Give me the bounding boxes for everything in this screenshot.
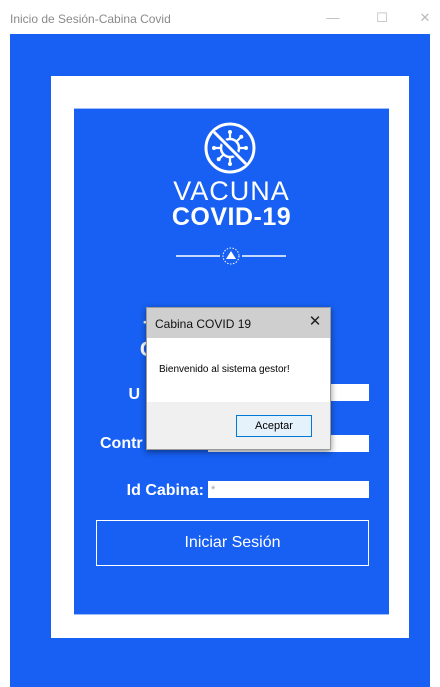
password-label: Contr — [100, 435, 143, 452]
cabin-id-input[interactable] — [208, 481, 369, 498]
window-title: Inicio de Sesión-Cabina Covid — [10, 12, 171, 26]
user-label: U — [128, 386, 140, 403]
dialog-message: Bienvenido al sistema gestor! — [159, 364, 290, 375]
login-button[interactable]: Iniciar Sesión — [96, 520, 369, 566]
message-dialog: Cabina COVID 19 ✕ Bienvenido al sistema … — [146, 307, 331, 450]
virus-crossed-icon — [204, 122, 256, 174]
national-emblem-icon — [176, 247, 286, 265]
cabin-id-label: Id Cabina: — [126, 482, 204, 499]
dialog-body: Bienvenido al sistema gestor! — [147, 338, 330, 402]
dialog-title: Cabina COVID 19 — [155, 317, 252, 331]
dialog-ok-button[interactable]: Aceptar — [236, 415, 312, 437]
maximize-icon[interactable]: ☐ — [370, 8, 394, 28]
dialog-titlebar: Cabina COVID 19 ✕ — [147, 308, 330, 338]
close-icon[interactable]: ✕ — [306, 313, 324, 331]
close-icon[interactable]: ✕ — [413, 8, 437, 28]
logo-text-covid: COVID-19 — [171, 203, 292, 231]
window-titlebar: Inicio de Sesión-Cabina Covid — ☐ ✕ — [0, 0, 440, 34]
minimize-icon[interactable]: — — [321, 8, 345, 28]
